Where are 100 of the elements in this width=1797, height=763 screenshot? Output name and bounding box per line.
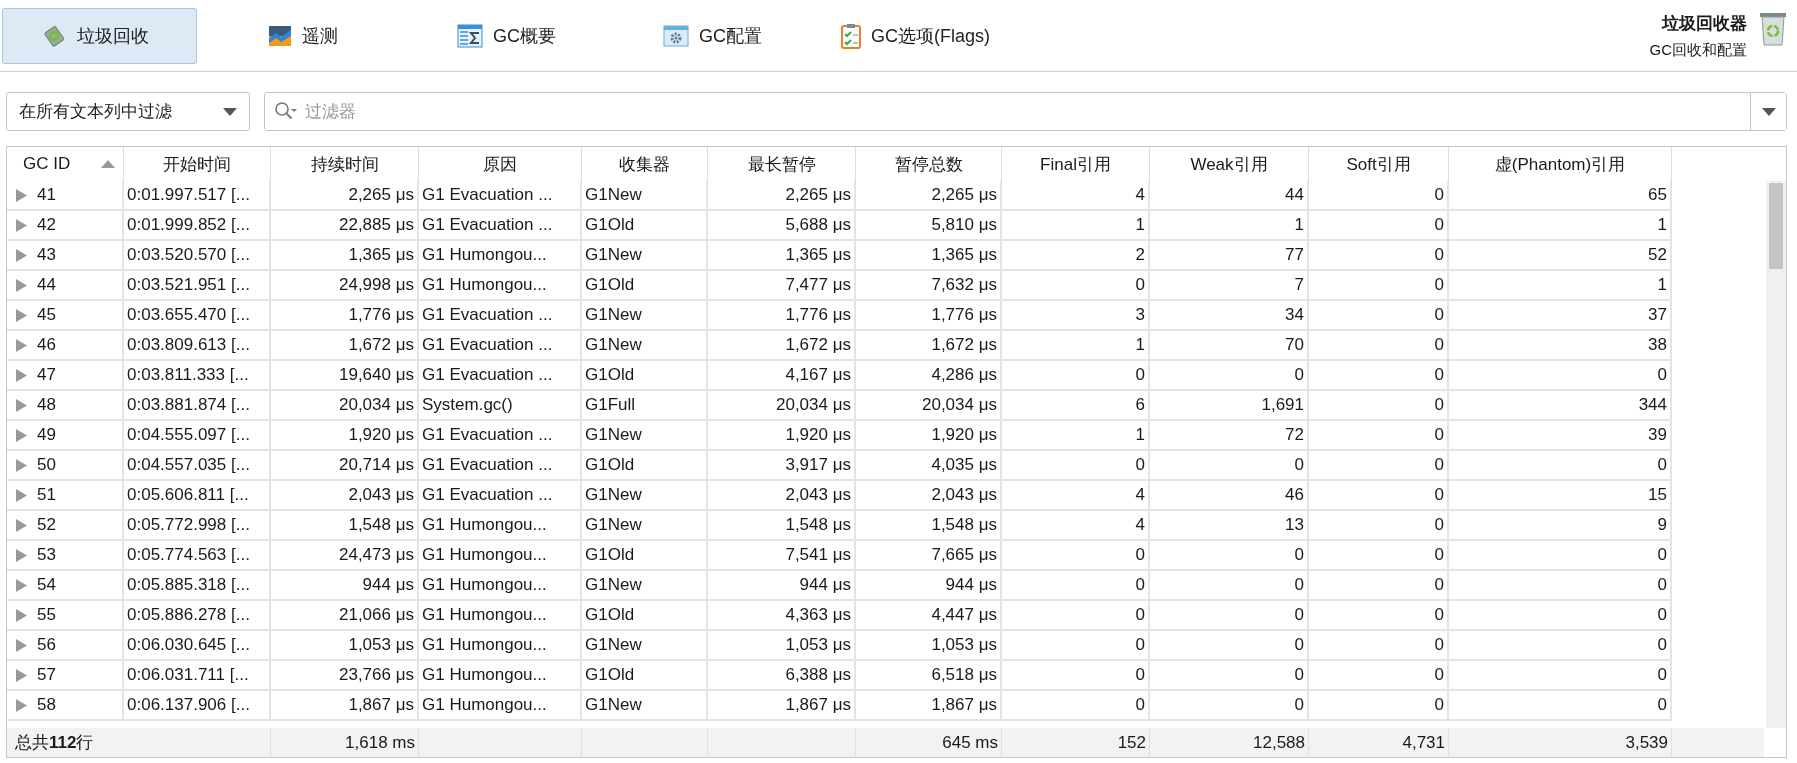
filter-history-button[interactable] [1750, 93, 1786, 130]
trash-can-icon [1759, 11, 1787, 46]
table-cell: 0 [1309, 661, 1449, 691]
expand-arrow-icon[interactable] [16, 548, 27, 562]
table-cell: G1New [582, 181, 708, 211]
table-cell: G1 Humongou... [419, 541, 582, 571]
table-cell: G1 Humongou... [419, 271, 582, 301]
expand-arrow-icon[interactable] [16, 368, 27, 382]
table-cell: 344 [1449, 391, 1672, 421]
table-cell: 0:01.997.517 [... [124, 181, 271, 211]
table-cell: 24,473 μs [271, 541, 419, 571]
expand-arrow-icon[interactable] [16, 248, 27, 262]
table-cell: 7,632 μs [856, 271, 1002, 301]
expand-arrow-icon[interactable] [16, 488, 27, 502]
table-cell: 1,776 μs [856, 301, 1002, 331]
view-tab[interactable]: GC选项(Flags) [802, 7, 1001, 64]
table-cell: G1Old [582, 211, 708, 241]
table-cell: 2,265 μs [856, 181, 1002, 211]
table-cell: 1,920 μs [708, 421, 856, 451]
table-cell: 0:06.137.906 [... [124, 691, 271, 721]
expand-arrow-icon[interactable] [16, 428, 27, 442]
expand-arrow-icon[interactable] [16, 608, 27, 622]
table-cell: 0 [1309, 571, 1449, 601]
table-cell: 50 [7, 451, 124, 481]
table-cell: 0 [1309, 361, 1449, 391]
column-total: 1,618 ms [345, 732, 415, 753]
view-tab[interactable]: GC配置 [624, 7, 802, 64]
table-cell: 70 [1150, 331, 1309, 361]
clipboard-check-icon [841, 22, 861, 49]
expand-arrow-icon[interactable] [16, 338, 27, 352]
table-cell: 1,548 μs [856, 511, 1002, 541]
table-cell: G1Old [582, 661, 708, 691]
table-cell: 1,867 μs [708, 691, 856, 721]
filter-scope-dropdown[interactable]: 在所有文本列中过滤 [6, 92, 250, 131]
table-cell: G1New [582, 511, 708, 541]
table-cell: 15 [1449, 481, 1672, 511]
table-cell: 0:01.999.852 [... [124, 211, 271, 241]
table-cell: 0:03.521.951 [... [124, 271, 271, 301]
expand-arrow-icon[interactable] [16, 308, 27, 322]
table-cell: G1 Evacuation ... [419, 481, 582, 511]
expand-arrow-icon[interactable] [16, 668, 27, 682]
table-cell: G1 Humongou... [419, 601, 582, 631]
table-cell: G1New [582, 301, 708, 331]
table-cell: 4,286 μs [856, 361, 1002, 391]
table-cell: G1New [582, 631, 708, 661]
table-cell: 0:06.030.645 [... [124, 631, 271, 661]
table-cell: 1,920 μs [856, 421, 1002, 451]
table-cell: 34 [1150, 301, 1309, 331]
table-cell: 54 [7, 571, 124, 601]
expand-arrow-icon[interactable] [16, 398, 27, 412]
table-cell: 944 μs [856, 571, 1002, 601]
expand-arrow-icon[interactable] [16, 458, 27, 472]
table-cell: 0 [1002, 451, 1150, 481]
table-cell: 1,776 μs [271, 301, 419, 331]
table-cell: 0:06.031.711 [... [124, 661, 271, 691]
table-cell: 0:03.809.613 [... [124, 331, 271, 361]
table-cell: 1 [1002, 331, 1150, 361]
expand-arrow-icon[interactable] [16, 518, 27, 532]
expand-arrow-icon[interactable] [16, 278, 27, 292]
table-cell: 1,691 [1150, 391, 1309, 421]
table-cell: G1 Humongou... [419, 511, 582, 541]
expand-arrow-icon[interactable] [16, 218, 27, 232]
row-count: 总共112行 [15, 732, 94, 754]
expand-arrow-icon[interactable] [16, 188, 27, 202]
view-title: 垃圾回收器 [1662, 11, 1747, 35]
table-cell: 6,388 μs [708, 661, 856, 691]
expand-arrow-icon[interactable] [16, 638, 27, 652]
table-cell: 0 [1002, 361, 1150, 391]
table-cell: 1,365 μs [708, 241, 856, 271]
expand-arrow-icon[interactable] [16, 698, 27, 712]
table-cell: G1New [582, 331, 708, 361]
table-cell: 19,640 μs [271, 361, 419, 391]
view-tab[interactable]: 遥测 [229, 7, 418, 64]
table-cell: 944 μs [271, 571, 419, 601]
table-cell: 0 [1449, 571, 1672, 601]
table-cell: 4,167 μs [708, 361, 856, 391]
table-cell: 0:03.811.333 [... [124, 361, 271, 391]
filter-field[interactable]: 过滤器 [264, 92, 1787, 131]
view-tab[interactable]: 垃圾回收 [2, 7, 197, 64]
table-cell: G1New [582, 241, 708, 271]
table-cell: 0 [1150, 571, 1309, 601]
table-cell: 0 [1002, 691, 1150, 721]
vertical-scrollbar[interactable] [1766, 181, 1786, 728]
table-cell: 57 [7, 661, 124, 691]
view-tab[interactable]: GC概要 [418, 7, 624, 64]
table-cell: G1New [582, 691, 708, 721]
table-cell: 0 [1449, 691, 1672, 721]
table-cell: 0:05.885.318 [... [124, 571, 271, 601]
table-cell: 9 [1449, 511, 1672, 541]
table-cell: 4 [1002, 181, 1150, 211]
table-cell: G1 Humongou... [419, 691, 582, 721]
table-cell: 1,920 μs [271, 421, 419, 451]
table-cell: 0:03.520.570 [... [124, 241, 271, 271]
table-cell: G1Old [582, 451, 708, 481]
table-cell: 47 [7, 361, 124, 391]
table-cell: 20,034 μs [856, 391, 1002, 421]
table-cell: 0 [1309, 601, 1449, 631]
table-cell: 55 [7, 601, 124, 631]
table-cell: G1Old [582, 541, 708, 571]
expand-arrow-icon[interactable] [16, 578, 27, 592]
